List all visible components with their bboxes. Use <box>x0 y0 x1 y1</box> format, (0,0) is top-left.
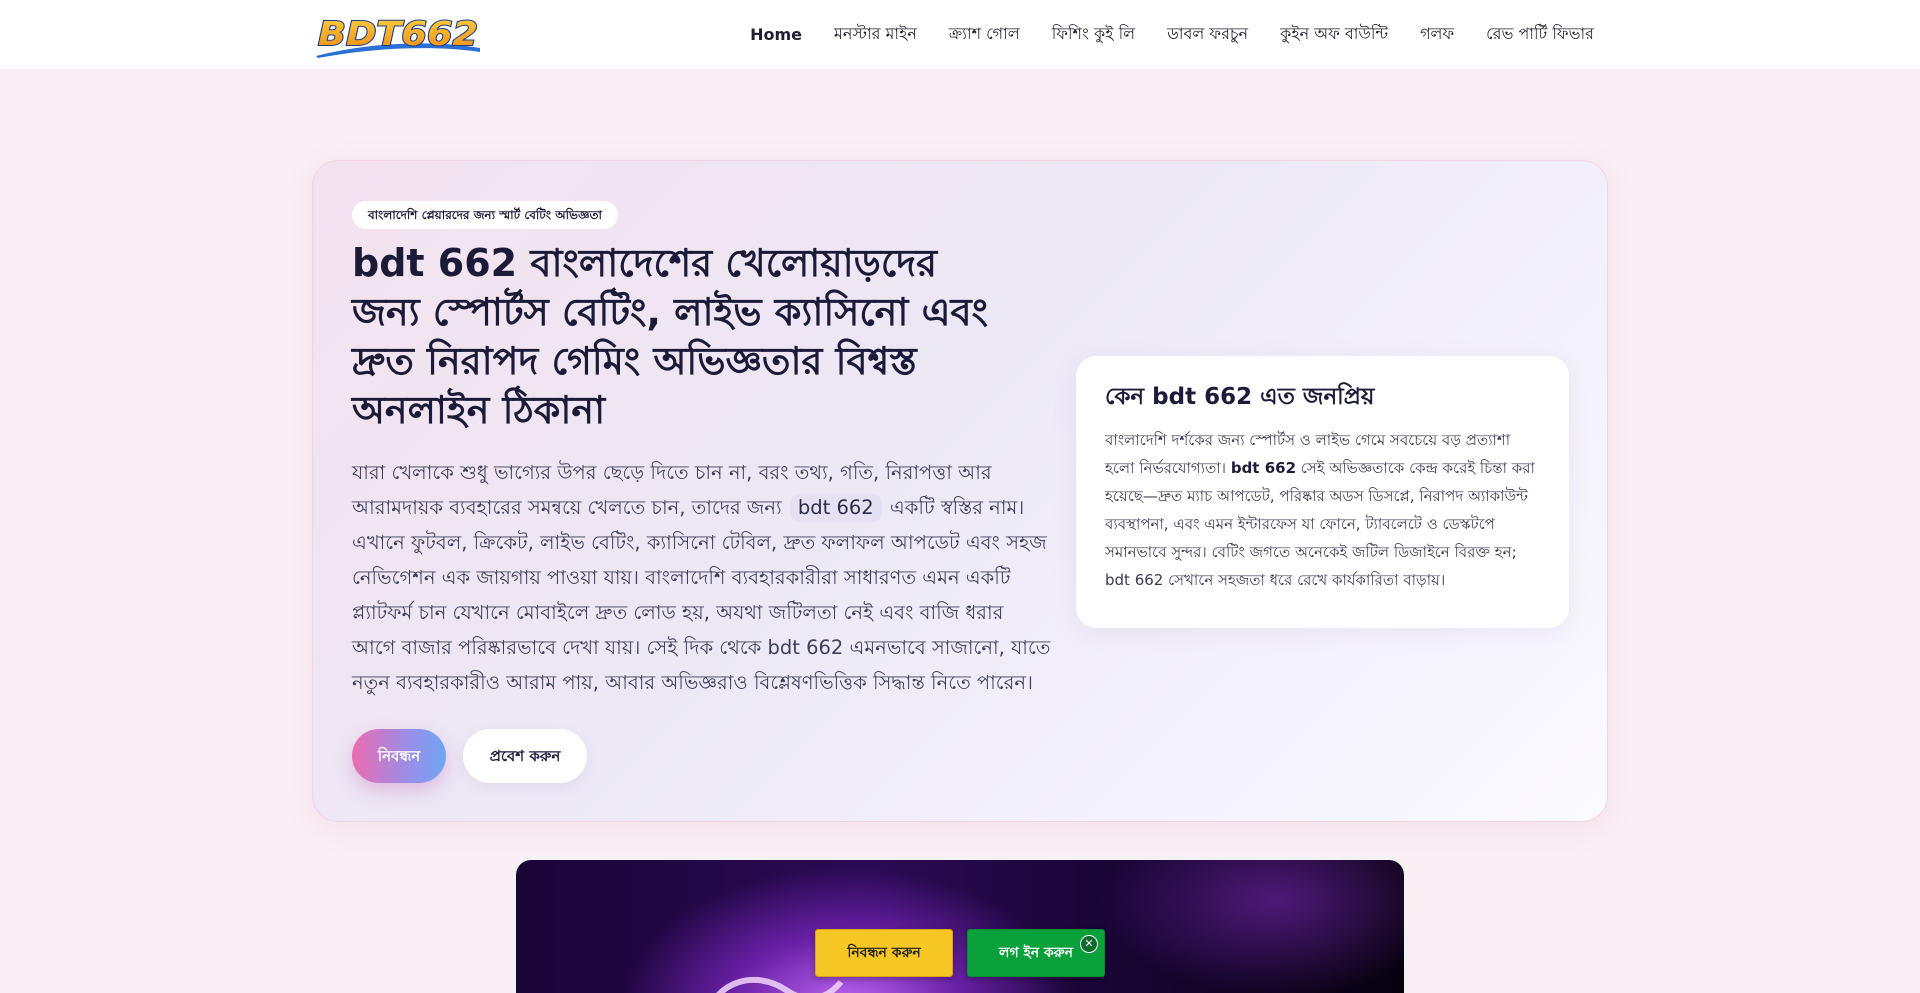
hero-badge: বাংলাদেশি প্লেয়ারদের জন্য স্মার্ট বেটিং… <box>352 201 618 229</box>
nav-crash-goal[interactable]: ক্র্যাশ গোল <box>949 21 1020 48</box>
promo-banner <box>512 856 1408 993</box>
nav-queen-of-bounty[interactable]: কুইন অফ বাউন্টি <box>1280 21 1388 48</box>
nav-fishing-kui-li[interactable]: ফিশিং কুই লি <box>1052 21 1135 48</box>
info-text-brand: bdt 662 <box>1230 459 1297 477</box>
nav-monster-mine[interactable]: মনস্টার মাইন <box>834 21 917 48</box>
hero-description: যারা খেলাকে শুধু ভাগ্যের উপর ছেড়ে দিতে … <box>352 455 1052 700</box>
floating-register-button[interactable]: নিবন্ধন করুন <box>815 929 953 977</box>
nav-double-fortune[interactable]: ডাবল ফরচুন <box>1167 21 1248 48</box>
nav-golf[interactable]: গলফ <box>1420 21 1454 48</box>
main-nav: Home মনস্টার মাইন ক্র্যাশ গোল ফিশিং কুই … <box>750 0 1594 68</box>
bdt662-logo[interactable]: BDT662 <box>312 12 484 58</box>
close-icon[interactable]: ✕ <box>1080 935 1098 953</box>
hero-card: বাংলাদেশি প্লেয়ারদের জন্য স্মার্ট বেটিং… <box>312 160 1608 822</box>
nav-rave-party-fever[interactable]: রেভ পার্টি ফিভার <box>1486 21 1594 48</box>
site-header: BDT662 Home মনস্টার মাইন ক্র্যাশ গোল ফিশ… <box>0 0 1920 70</box>
hero-title: bdt 662 বাংলাদেশের খেলোয়াড়দের জন্য স্প… <box>352 241 989 432</box>
why-popular-card: কেন bdt 662 এত জনপ্রিয় বাংলাদেশি দর্শকে… <box>1076 356 1569 628</box>
register-button[interactable]: নিবন্ধন <box>352 729 446 783</box>
login-button[interactable]: প্রবেশ করুন <box>463 729 587 783</box>
info-card-text: বাংলাদেশি দর্শকের জন্য স্পোর্টস ও লাইভ গ… <box>1105 426 1540 594</box>
promo-banner-image <box>516 860 1404 993</box>
svg-text:BDT662: BDT662 <box>318 14 478 53</box>
info-card-title: কেন bdt 662 এত জনপ্রিয় <box>1105 384 1375 410</box>
info-text-part2: সেই অভিজ্ঞতাকে কেন্দ্র করেই চিন্তা করা হ… <box>1105 459 1535 589</box>
nav-home[interactable]: Home <box>750 25 802 44</box>
hero-text-part2: একটি স্বস্তির নাম। এখানে ফুটবল, ক্রিকেট,… <box>352 496 1051 694</box>
brand-highlight: bdt 662 <box>789 494 882 522</box>
